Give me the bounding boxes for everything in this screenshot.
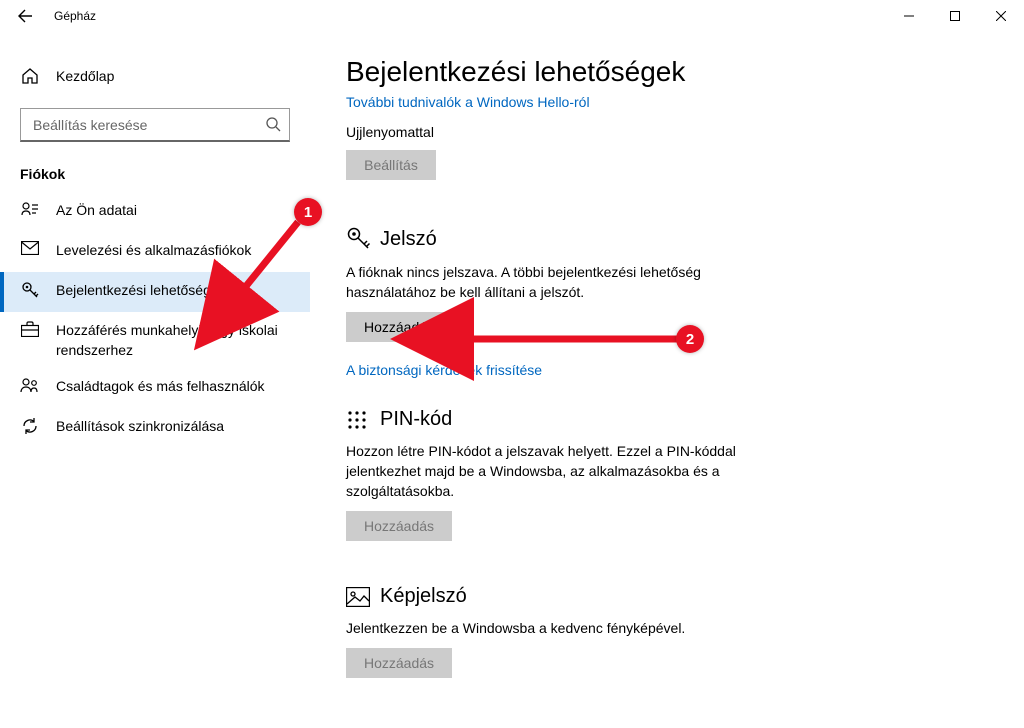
sidebar-item-label: Beállítások szinkronizálása bbox=[56, 416, 224, 436]
arrow-left-icon bbox=[17, 8, 33, 24]
fingerprint-setup-button: Beállítás bbox=[346, 150, 436, 180]
window-maximize-button[interactable] bbox=[932, 0, 978, 32]
keypad-icon bbox=[346, 409, 374, 431]
sidebar-item-label: Családtagok és más felhasználók bbox=[56, 376, 265, 396]
fingerprint-label: Ujjlenyomattal bbox=[346, 124, 984, 140]
window-minimize-button[interactable] bbox=[886, 0, 932, 32]
people-icon bbox=[20, 376, 40, 393]
section-picture-title: Képjelszó bbox=[380, 585, 467, 608]
picture-desc: Jelentkezzen be a Windowsba a kedvenc fé… bbox=[346, 618, 776, 638]
security-questions-link[interactable]: A biztonsági kérdések frissítése bbox=[346, 362, 542, 378]
sidebar-item-family[interactable]: Családtagok és más felhasználók bbox=[0, 368, 310, 408]
sidebar: Kezdőlap Fiókok Az Ön adatai Levelez bbox=[0, 32, 310, 728]
sidebar-group-title: Fiókok bbox=[20, 166, 310, 182]
main-content: Bejelentkezési lehetőségek További tudni… bbox=[310, 32, 1024, 728]
section-password-title: Jelszó bbox=[380, 228, 437, 251]
section-pin-title: PIN-kód bbox=[380, 408, 452, 431]
sidebar-item-email-accounts[interactable]: Levelezési és alkalmazásfiókok bbox=[0, 232, 310, 272]
key-large-icon bbox=[346, 226, 374, 252]
titlebar: Gépház bbox=[0, 0, 1024, 32]
briefcase-icon bbox=[20, 320, 40, 337]
sidebar-item-label: Hozzáférés munkahelyi vagy iskolai rends… bbox=[56, 320, 290, 360]
close-icon bbox=[996, 11, 1006, 21]
sidebar-item-sync[interactable]: Beállítások szinkronizálása bbox=[0, 408, 310, 448]
sidebar-item-label: Levelezési és alkalmazásfiókok bbox=[56, 240, 251, 260]
sidebar-item-label: Bejelentkezési lehetőségek bbox=[56, 280, 226, 300]
sidebar-home[interactable]: Kezdőlap bbox=[0, 56, 310, 96]
window-close-button[interactable] bbox=[978, 0, 1024, 32]
maximize-icon bbox=[950, 11, 960, 21]
sidebar-item-signin-options[interactable]: Bejelentkezési lehetőségek bbox=[0, 272, 310, 312]
section-password: Jelszó A fióknak nincs jelszava. A többi… bbox=[346, 226, 984, 378]
home-icon bbox=[20, 67, 40, 85]
sync-icon bbox=[20, 416, 40, 435]
sidebar-item-your-info[interactable]: Az Ön adatai bbox=[0, 192, 310, 232]
password-desc: A fióknak nincs jelszava. A többi bejele… bbox=[346, 262, 776, 302]
page-title: Bejelentkezési lehetőségek bbox=[346, 56, 984, 88]
key-icon bbox=[20, 280, 40, 299]
search-wrap bbox=[20, 108, 290, 142]
back-button[interactable] bbox=[10, 0, 40, 32]
sidebar-item-label: Az Ön adatai bbox=[56, 200, 137, 220]
annotation-marker-1: 1 bbox=[294, 198, 322, 226]
hello-more-link[interactable]: További tudnivalók a Windows Hello-ról bbox=[346, 94, 984, 110]
person-card-icon bbox=[20, 200, 40, 217]
pin-desc: Hozzon létre PIN-kódot a jelszavak helye… bbox=[346, 441, 776, 501]
pin-add-button: Hozzáadás bbox=[346, 511, 452, 541]
sidebar-home-label: Kezdőlap bbox=[56, 68, 114, 84]
picture-add-button: Hozzáadás bbox=[346, 648, 452, 678]
section-pin: PIN-kód Hozzon létre PIN-kódot a jelszav… bbox=[346, 408, 984, 541]
mail-icon bbox=[20, 240, 40, 255]
password-add-button[interactable]: Hozzáadás bbox=[346, 312, 452, 342]
sidebar-item-work-access[interactable]: Hozzáférés munkahelyi vagy iskolai rends… bbox=[0, 312, 310, 368]
search-input[interactable] bbox=[20, 108, 290, 142]
image-icon bbox=[346, 587, 374, 607]
annotation-marker-2: 2 bbox=[676, 325, 704, 353]
app-title: Gépház bbox=[54, 9, 96, 23]
minimize-icon bbox=[904, 11, 914, 21]
section-picture-password: Képjelszó Jelentkezzen be a Windowsba a … bbox=[346, 585, 984, 678]
